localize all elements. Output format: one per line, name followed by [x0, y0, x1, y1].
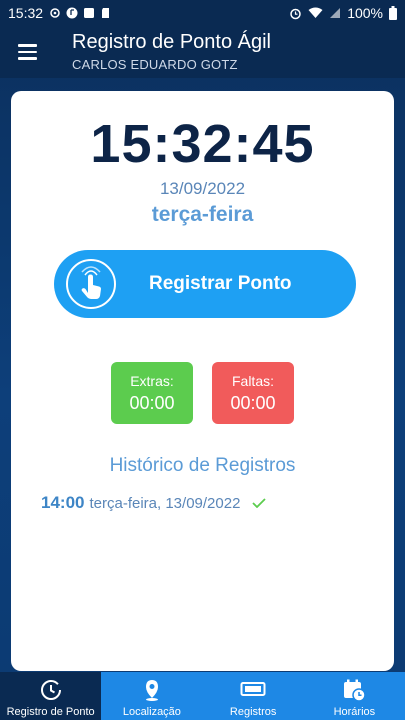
signal-icon — [330, 8, 341, 18]
nav-localizacao[interactable]: Localização — [101, 672, 202, 720]
nav-registros[interactable]: Registros — [203, 672, 304, 720]
main-card: 15:32:45 13/09/2022 terça-feira Registra… — [11, 91, 394, 671]
extras-value: 00:00 — [129, 393, 175, 413]
gallery-icon — [84, 8, 95, 18]
alarm-icon — [290, 8, 301, 19]
nav-registro-de-ponto[interactable]: Registro de Ponto — [0, 672, 102, 720]
nav-label-horarios: Horários — [333, 706, 376, 718]
location-pin-icon — [145, 680, 158, 701]
music-icon — [66, 7, 78, 19]
nav-label-registros: Registros — [229, 706, 277, 718]
settings-icon — [50, 8, 60, 18]
battery-percent: 100% — [347, 5, 383, 21]
faltas-badge: Faltas: 00:00 — [212, 362, 294, 424]
history-title: Histórico de Registros — [109, 455, 296, 476]
nav-label-localizacao: Localização — [122, 706, 181, 718]
history-entry: 14:00 terça-feira, 13/09/2022 — [41, 493, 267, 513]
register-button-label: Registrar Ponto — [149, 273, 292, 294]
time-clock-icon — [240, 682, 266, 696]
user-name: CARLOS EDUARDO GOTZ — [72, 57, 238, 72]
extras-label: Extras: — [130, 373, 174, 389]
check-icon — [252, 498, 267, 508]
history-entry-time: 14:00 — [41, 493, 85, 512]
bottom-nav: Registro de Ponto Localização Registros … — [0, 672, 405, 720]
wifi-icon — [308, 7, 323, 18]
clock-date: 13/09/2022 — [159, 179, 246, 198]
touch-hand-icon — [66, 259, 116, 309]
history-entry-text: terça-feira, 13/09/2022 — [89, 495, 241, 512]
clock-time: 15:32:45 — [90, 114, 315, 174]
status-time: 15:32 — [8, 5, 44, 21]
nav-label-registro-de-ponto: Registro de Ponto — [6, 706, 95, 718]
faltas-label: Faltas: — [231, 373, 274, 389]
status-bar: 15:32 100% — [0, 0, 405, 26]
app-title: Registro de Ponto Ágil — [72, 31, 272, 53]
battery-icon — [389, 6, 397, 20]
extras-badge: Extras: 00:00 — [111, 362, 193, 424]
calendar-clock-icon — [344, 679, 367, 702]
clock-weekday: terça-feira — [151, 203, 254, 226]
app-bar: Registro de Ponto Ágil CARLOS EDUARDO GO… — [0, 26, 405, 78]
nav-horarios[interactable]: Horários — [304, 672, 405, 720]
menu-icon[interactable] — [18, 44, 37, 60]
sd-card-icon — [102, 8, 110, 18]
clock-history-icon — [40, 680, 61, 700]
faltas-value: 00:00 — [230, 393, 276, 413]
register-button[interactable]: Registrar Ponto — [54, 250, 356, 318]
